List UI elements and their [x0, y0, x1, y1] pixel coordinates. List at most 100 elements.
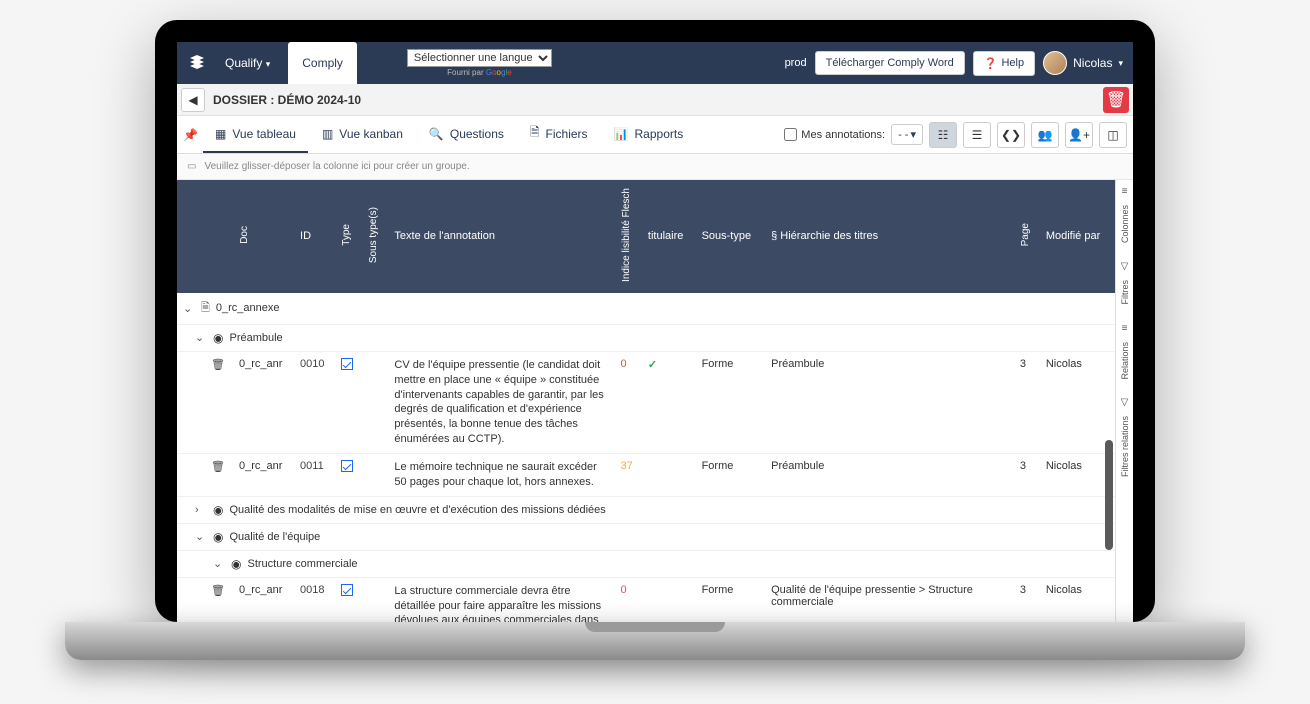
- tab-vue-kanban[interactable]: ▥ Vue kanban: [310, 117, 415, 153]
- share-button[interactable]: ❮❯: [997, 122, 1025, 148]
- group-drop-row[interactable]: ▭ Veuillez glisser-déposer la colonne ic…: [177, 154, 1133, 180]
- cell-mod: Nicolas: [1040, 577, 1115, 622]
- cell-doc: 0_rc_anr: [233, 577, 294, 622]
- group-root[interactable]: ⌄ 🗎 0_rc_annexe: [177, 293, 1115, 325]
- trash-icon[interactable]: 🗑: [211, 585, 225, 597]
- relations-icon: ≡: [1122, 323, 1128, 334]
- file-icon: 🗎: [530, 123, 540, 144]
- add-user-icon: 👤+: [1068, 128, 1090, 142]
- col-doc[interactable]: Doc: [233, 180, 294, 293]
- my-annotations-input[interactable]: [784, 128, 797, 141]
- chevron-down-icon[interactable]: ⌄: [183, 302, 195, 315]
- nav-qualify[interactable]: Qualify ▾: [217, 50, 278, 76]
- col-soustypes[interactable]: Sous type(s): [362, 180, 388, 293]
- tab-rapports-label: Rapports: [635, 127, 684, 141]
- nav-comply[interactable]: Comply: [288, 42, 357, 84]
- chevron-right-icon[interactable]: ›: [195, 504, 207, 516]
- funnel-icon: ▽: [1121, 397, 1129, 408]
- help-label: Help: [1001, 57, 1024, 69]
- share-icon: ❮❯: [1001, 128, 1021, 142]
- table-row[interactable]: 🗑 0_rc_anr 0010 CV de l'équipe pressenti…: [177, 351, 1115, 453]
- chevron-down-icon[interactable]: ⌄: [195, 530, 207, 543]
- view-tabs-right: Mes annotations: - - ▾ ☷ ☰ ❮❯ 👥: [784, 122, 1127, 148]
- tab-questions-label: Questions: [450, 127, 504, 141]
- col-titulaire[interactable]: titulaire: [642, 180, 696, 293]
- group-preambule-label: Préambule: [229, 332, 282, 344]
- file-icon: 🗎: [201, 299, 210, 318]
- cell-flesch: 0: [621, 358, 627, 370]
- col-actions[interactable]: [205, 180, 233, 293]
- trash-icon[interactable]: 🗑: [211, 359, 225, 371]
- user-menu[interactable]: Nicolas ▾: [1043, 51, 1123, 75]
- col-flesch[interactable]: Indice lisibilité Flesch: [615, 180, 642, 293]
- col-mod[interactable]: Modifié par: [1040, 180, 1115, 293]
- tab-fichiers[interactable]: 🗎 Fichiers: [518, 113, 600, 156]
- columns-icon: ≡: [1122, 186, 1128, 197]
- view-mode-list-button[interactable]: ☰: [963, 122, 991, 148]
- cell-id: 0011: [294, 454, 335, 497]
- add-user-button[interactable]: 👤+: [1065, 122, 1093, 148]
- target-icon: ◉: [213, 530, 223, 544]
- cell-hier: Qualité de l'équipe pressentie > Structu…: [765, 577, 1014, 622]
- tab-rapports[interactable]: 📊 Rapports: [602, 117, 696, 153]
- my-annotations-label: Mes annotations:: [801, 129, 885, 141]
- group-qualite-equipe[interactable]: ⌄ ◉ Qualité de l'équipe: [177, 523, 1115, 550]
- col-expand[interactable]: [177, 180, 205, 293]
- col-page[interactable]: Page: [1014, 180, 1040, 293]
- tab-vue-tableau[interactable]: ▦ Vue tableau: [203, 117, 308, 153]
- layout-icon: ◫: [1107, 128, 1118, 142]
- env-label: prod: [785, 57, 807, 69]
- group-qualite-modalites[interactable]: › ◉ Qualité des modalités de mise en œuv…: [177, 496, 1115, 523]
- trash-icon[interactable]: 🗑: [211, 461, 225, 473]
- tab-fichiers-label: Fichiers: [546, 127, 588, 141]
- back-button[interactable]: ◀: [181, 88, 205, 112]
- group-structure-commerciale[interactable]: ⌄ ◉ Structure commerciale: [177, 550, 1115, 577]
- cell-hier: Préambule: [765, 454, 1014, 497]
- group-structure-commerciale-label: Structure commerciale: [247, 558, 357, 570]
- table-row[interactable]: 🗑 0_rc_anr 0018 La structure commerciale…: [177, 577, 1115, 622]
- col-soustype[interactable]: Sous-type: [696, 180, 766, 293]
- download-button[interactable]: Télécharger Comply Word: [815, 51, 965, 75]
- group-root-label: 0_rc_annexe: [216, 302, 280, 314]
- my-annotations-checkbox[interactable]: Mes annotations:: [784, 128, 885, 141]
- rail-filtres-relations[interactable]: ▽ Filtres relations: [1120, 397, 1130, 481]
- chevron-down-icon: ▾: [1118, 58, 1123, 69]
- view-mode-tree-button[interactable]: ☷: [929, 122, 957, 148]
- language-selector[interactable]: Sélectionner une langue: [407, 49, 552, 67]
- col-texte[interactable]: Texte de l'annotation: [388, 180, 614, 293]
- cell-page: 3: [1014, 577, 1040, 622]
- rail-colonnes[interactable]: ≡ Colonnes: [1120, 186, 1130, 247]
- table-wrapper[interactable]: Doc ID Type Sous type(s) Texte de l'anno…: [177, 180, 1115, 622]
- cell-id: 0018: [294, 577, 335, 622]
- col-id[interactable]: ID: [294, 180, 335, 293]
- pin-icon[interactable]: 📌: [183, 128, 199, 142]
- rail-filtres[interactable]: ▽ Filtres: [1120, 261, 1130, 309]
- annotation-filter-select[interactable]: - - ▾: [891, 124, 923, 145]
- target-icon: ◉: [213, 503, 223, 517]
- delete-button[interactable]: 🗑: [1103, 87, 1129, 113]
- chevron-down-icon[interactable]: ⌄: [213, 557, 225, 570]
- cell-flesch: 37: [621, 460, 633, 472]
- chevron-down-icon[interactable]: ⌄: [195, 331, 207, 344]
- users-button[interactable]: 👥: [1031, 122, 1059, 148]
- help-icon: ❓: [984, 57, 998, 70]
- cell-annotation: Le mémoire technique ne saurait excéder …: [388, 454, 614, 497]
- cell-page: 3: [1014, 351, 1040, 453]
- col-hier[interactable]: § Hiérarchie des titres: [765, 180, 1014, 293]
- tab-questions[interactable]: 🔍 Questions: [417, 117, 516, 153]
- rail-relations[interactable]: ≡ Relations: [1120, 323, 1130, 384]
- group-qualite-modalites-label: Qualité des modalités de mise en œuvre e…: [229, 504, 605, 516]
- brand-icon: [187, 53, 207, 73]
- side-rail: ≡ Colonnes ▽ Filtres ≡ Relations ▽ Filtr…: [1115, 180, 1133, 622]
- layout-button[interactable]: ◫: [1099, 122, 1127, 148]
- view-tabs: 📌 ▦ Vue tableau ▥ Vue kanban 🔍 Questions…: [177, 116, 1133, 154]
- chevron-down-icon: ▾: [910, 128, 916, 141]
- cell-id: 0010: [294, 351, 335, 453]
- col-type[interactable]: Type: [335, 180, 362, 293]
- type-icon: [341, 460, 353, 472]
- help-button[interactable]: ❓ Help: [973, 51, 1035, 76]
- nav-comply-label: Comply: [302, 56, 343, 70]
- table-row[interactable]: 🗑 0_rc_anr 0011 Le mémoire technique ne …: [177, 454, 1115, 497]
- group-preambule[interactable]: ⌄ ◉ Préambule: [177, 324, 1115, 351]
- scrollbar[interactable]: [1105, 440, 1113, 550]
